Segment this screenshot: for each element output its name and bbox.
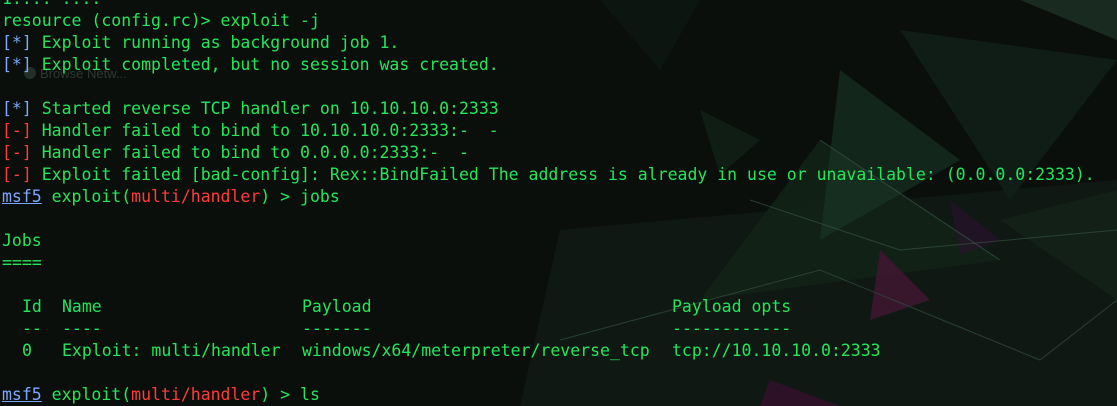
info-line-job: [*] Exploit running as background job 1.	[2, 32, 1117, 54]
error-line-failed: [-] Exploit failed [bad-config]: Rex::Bi…	[2, 164, 1117, 186]
cell-name: Exploit: multi/handler	[62, 341, 281, 360]
jobs-title-underline: ====	[2, 252, 1117, 274]
jobs-underline-text: ====	[2, 253, 42, 272]
error-line-bind2: [-] Handler failed to bind to 0.0.0.0:23…	[2, 142, 1117, 164]
prompt-msf: msf5	[2, 187, 42, 206]
error-line-bind1: [-] Handler failed to bind to 10.10.10.0…	[2, 120, 1117, 142]
header-id: Id	[22, 297, 42, 316]
cell-payload: windows/x64/meterpreter/reverse_tcp	[302, 341, 650, 360]
table-row: 0 Exploit: multi/handler windows/x64/met…	[2, 340, 1117, 362]
jobs-table-underline: -- ---- ------- ------------	[2, 318, 1117, 340]
prompt-exploit: exploit(	[41, 187, 132, 206]
jobs-title-text: Jobs	[2, 231, 42, 250]
info-line-nosession: [*] Exploit completed, but no session wa…	[2, 54, 1117, 76]
cell-payload-opts: tcp://10.10.10.0:2333	[672, 341, 881, 360]
prompt-msf: msf5	[2, 385, 42, 404]
command-ls: ls	[300, 385, 320, 404]
underline-name: ----	[62, 319, 102, 338]
underline-payload-opts: ------------	[672, 319, 792, 338]
info-tag: [*]	[2, 33, 32, 52]
info-message: Started reverse TCP handler on 10.10.10.…	[31, 99, 499, 118]
underline-payload: -------	[302, 319, 372, 338]
command-jobs: jobs	[300, 187, 340, 206]
error-tag: [-]	[2, 143, 32, 162]
header-name: Name	[62, 297, 102, 316]
jobs-table-header: Id Name Payload Payload opts	[2, 296, 1117, 318]
header-payload: Payload	[302, 297, 372, 316]
header-payload-opts: Payload opts	[672, 297, 792, 316]
info-tag: [*]	[2, 55, 32, 74]
clipped-text: 1.... ....	[2, 0, 101, 8]
cell-id: 0	[22, 341, 32, 360]
info-message: Exploit completed, but no session was cr…	[31, 55, 499, 74]
prompt-line-ls: msf5 exploit(multi/handler) > ls	[2, 384, 1117, 406]
info-tag: [*]	[2, 99, 32, 118]
resource-command: resource (config.rc)> exploit -j	[2, 11, 320, 30]
prompt-module: multi/handler	[131, 385, 261, 404]
prompt-close: ) >	[260, 187, 301, 206]
error-message: Handler failed to bind to 0.0.0.0:2333:-…	[31, 143, 469, 162]
prompt-line-jobs: msf5 exploit(multi/handler) > jobs	[2, 186, 1117, 208]
underline-id: --	[22, 319, 42, 338]
prompt-module: multi/handler	[131, 187, 261, 206]
prompt-close: ) >	[260, 385, 301, 404]
terminal-output[interactable]: 1.... .... resource (config.rc)> exploit…	[2, 0, 1117, 406]
error-message: Exploit failed [bad-config]: Rex::BindFa…	[31, 165, 1095, 184]
prompt-exploit: exploit(	[41, 385, 132, 404]
info-line-handler: [*] Started reverse TCP handler on 10.10…	[2, 98, 1117, 120]
error-tag: [-]	[2, 121, 32, 140]
resource-command-line: resource (config.rc)> exploit -j	[2, 10, 1117, 32]
info-message: Exploit running as background job 1.	[31, 33, 400, 52]
clipped-line: 1.... ....	[2, 0, 1117, 10]
jobs-title: Jobs	[2, 230, 1117, 252]
error-message: Handler failed to bind to 10.10.10.0:233…	[31, 121, 499, 140]
error-tag: [-]	[2, 165, 32, 184]
